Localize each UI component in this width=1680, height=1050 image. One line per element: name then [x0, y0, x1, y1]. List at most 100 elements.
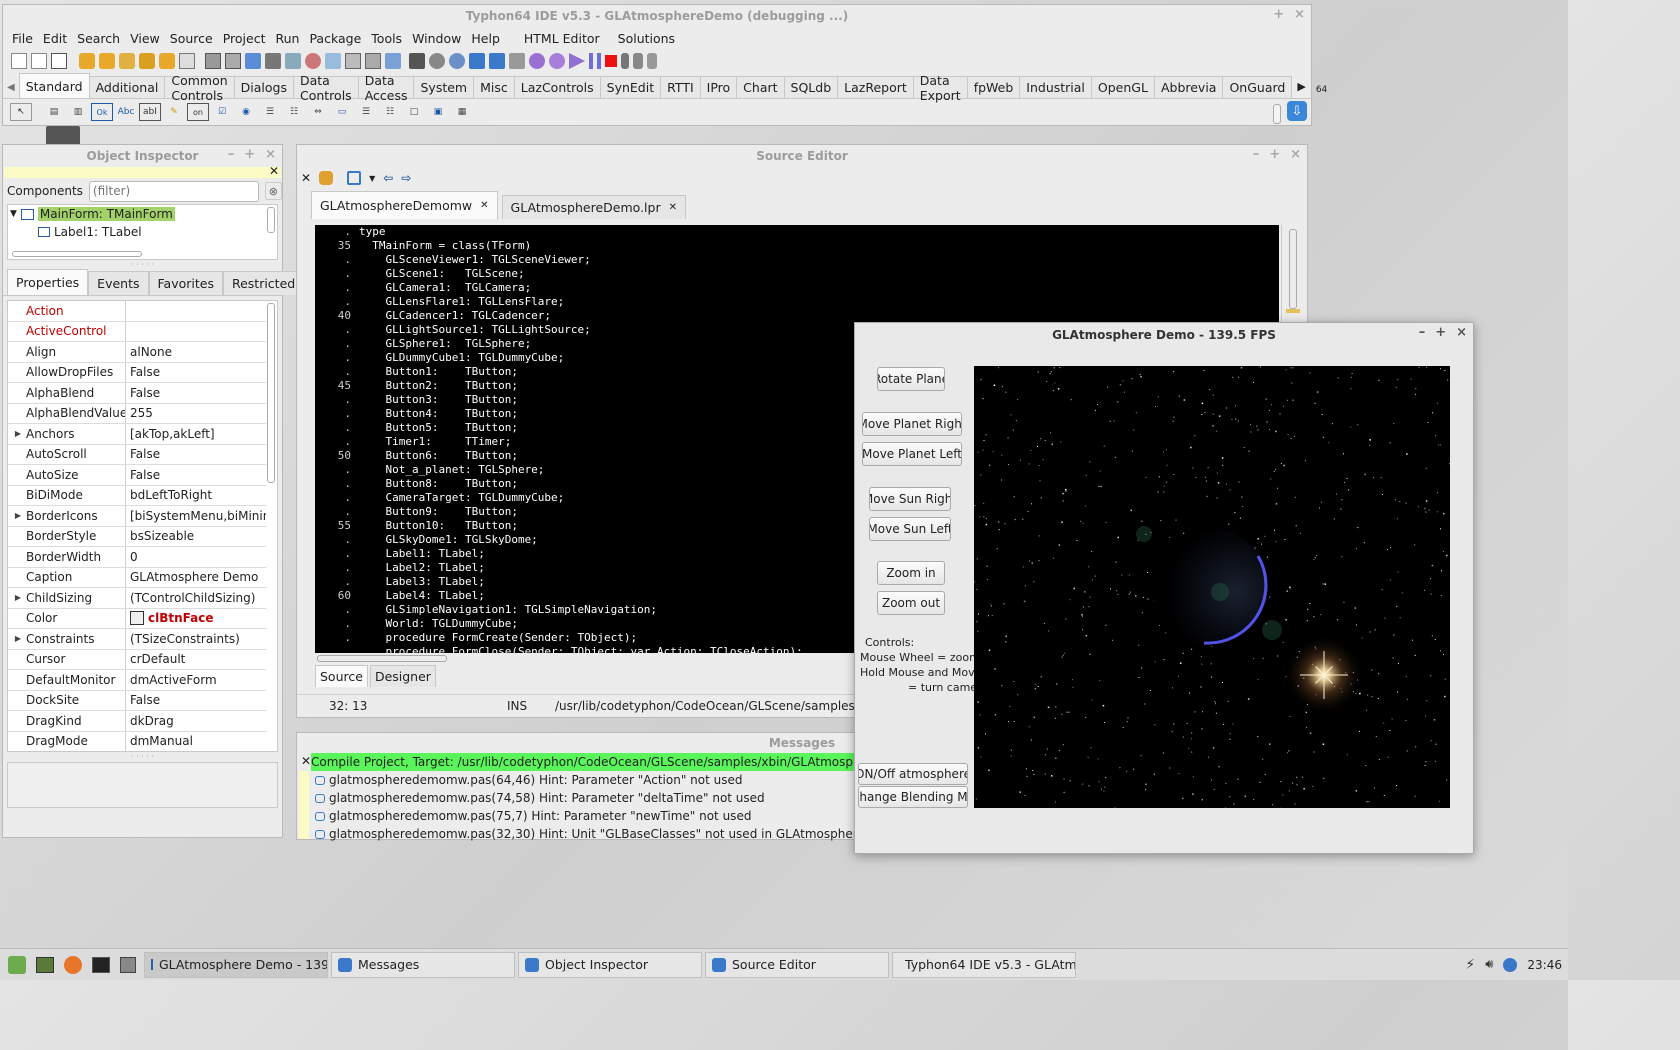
property-row[interactable]: AlphaBlend False — [8, 383, 266, 404]
tcombobox-icon[interactable]: ☷ — [283, 103, 305, 121]
menu-window[interactable]: Window — [407, 31, 466, 46]
menu-search[interactable]: Search — [72, 31, 125, 46]
tgroupbox-icon[interactable]: ▭ — [331, 103, 353, 121]
property-value[interactable] — [126, 322, 266, 342]
property-row[interactable]: Cursor crDefault — [8, 649, 266, 670]
palette-tab-sqldb[interactable]: SQLdb — [783, 76, 839, 98]
network-icon[interactable]: ⚡ — [1465, 957, 1475, 973]
palette-scroll-left-icon[interactable]: ◀ — [5, 82, 19, 98]
move-sun-left-button[interactable]: Move Sun Left — [869, 517, 951, 541]
tradiobutton-icon[interactable]: ◉ — [235, 103, 257, 121]
palette-tab-system[interactable]: System — [413, 76, 475, 98]
property-value[interactable]: GLAtmosphere Demo — [126, 568, 266, 588]
property-value[interactable]: dmManual — [126, 732, 266, 752]
code-line[interactable]: . GLSceneViewer1: TGLSceneViewer; — [315, 253, 1279, 267]
property-value[interactable]: clBtnFace — [126, 609, 266, 629]
menu-project[interactable]: Project — [218, 31, 271, 46]
shield-icon[interactable] — [1503, 957, 1518, 972]
property-row[interactable]: ▶ Anchors [akTop,akLeft] — [8, 424, 266, 445]
splitter-grip-bottom[interactable]: · · · · · — [3, 752, 282, 762]
tlistbox-icon[interactable]: ☰ — [259, 103, 281, 121]
palette-tab-rtti[interactable]: RTTI — [660, 76, 701, 98]
property-value[interactable]: False — [126, 383, 266, 403]
tab-restricted[interactable]: Restricted — [222, 271, 305, 295]
components-filter-input[interactable] — [88, 180, 259, 202]
new-file-icon[interactable] — [11, 53, 27, 69]
ttogglebox-icon[interactable]: on — [187, 103, 209, 121]
menu-view[interactable]: View — [125, 31, 165, 46]
property-value[interactable]: bsSizeable — [126, 527, 266, 547]
mint-menu-icon[interactable] — [8, 955, 26, 974]
close-messages-icon[interactable]: ✕ — [301, 754, 311, 768]
palette-tab-data-access[interactable]: Data Access — [357, 73, 415, 103]
palette-tab-chart[interactable]: Chart — [736, 76, 785, 98]
property-row[interactable]: AutoSize False — [8, 465, 266, 486]
view-units-icon[interactable] — [265, 53, 281, 69]
download-arrow-icon[interactable]: ⇩ — [1287, 101, 1307, 121]
menu-solutions[interactable]: Solutions — [613, 31, 680, 46]
tedit-icon[interactable]: abI — [139, 103, 161, 121]
run-icon[interactable] — [549, 53, 565, 69]
property-row[interactable]: ▶ ChildSizing (TControlChildSizing) — [8, 588, 266, 609]
tmainmenu-icon[interactable]: ▤ — [43, 103, 65, 121]
tlabel-icon[interactable]: Abc — [115, 103, 137, 121]
menu-tools[interactable]: Tools — [366, 31, 407, 46]
task-typhon-ide[interactable]: Typhon64 IDE v5.3 - GLAtmo... — [892, 951, 1076, 978]
tradiogroup-icon[interactable]: ☰ — [355, 103, 377, 121]
palette-tab-onguard[interactable]: OnGuard — [1222, 76, 1293, 98]
play-icon[interactable] — [569, 53, 585, 69]
property-value[interactable]: False — [126, 363, 266, 383]
clock[interactable]: 23:46 — [1527, 958, 1562, 972]
menu-run[interactable]: Run — [270, 31, 304, 46]
show-desktop-icon[interactable] — [36, 956, 54, 973]
tab-close-icon[interactable]: ✕ — [669, 202, 677, 213]
palette-tab-lazcontrols[interactable]: LazControls — [513, 76, 601, 98]
code-line[interactable]: . GLCamera1: TGLCamera; — [315, 281, 1279, 295]
palette-tab-additional[interactable]: Additional — [88, 76, 166, 98]
jump-back-icon[interactable]: ⇦ — [383, 171, 393, 185]
open-recent-icon[interactable] — [119, 53, 135, 69]
close-icon[interactable]: × — [1294, 7, 1305, 22]
property-value[interactable]: dmActiveForm — [126, 670, 266, 690]
stop-icon[interactable] — [605, 55, 617, 67]
property-value[interactable] — [126, 301, 266, 321]
code-line[interactable]: . GLLensFlare1: TGLLensFlare; — [315, 295, 1279, 309]
tab-designer[interactable]: Designer — [369, 665, 436, 687]
maximize-icon[interactable]: + — [1269, 147, 1280, 162]
palette-tab-industrial[interactable]: Industrial — [1019, 76, 1092, 98]
property-value[interactable]: (TSizeConstraints) — [126, 629, 266, 649]
property-value[interactable]: [akTop,akLeft] — [126, 424, 266, 444]
step-out-icon[interactable] — [647, 53, 657, 69]
tpanel-icon[interactable]: □ — [403, 103, 425, 121]
close-icon[interactable]: × — [265, 147, 276, 162]
palette-tab-synedit[interactable]: SynEdit — [599, 76, 662, 98]
scroll-thumb[interactable] — [1289, 229, 1297, 309]
new-form-icon[interactable] — [31, 53, 47, 69]
palette-tab-data-export[interactable]: Data Export — [912, 73, 968, 103]
run-dropdown-icon[interactable] — [449, 53, 465, 69]
property-row[interactable]: Action — [8, 301, 266, 322]
ide-titlebar[interactable]: Typhon64 IDE v5.3 - GLAtmosphereDemo (de… — [3, 5, 1311, 27]
property-value[interactable]: bdLeftToRight — [126, 486, 266, 506]
tab-favorites[interactable]: Favorites — [148, 271, 223, 295]
property-row[interactable]: BorderWidth 0 — [8, 547, 266, 568]
property-row[interactable]: AutoScroll False — [8, 444, 266, 465]
palette-vertical-scrollbar[interactable] — [1273, 104, 1281, 124]
close-icon[interactable]: × — [1456, 325, 1467, 340]
tools-icon[interactable] — [509, 53, 525, 69]
palette-tab-common-controls[interactable]: Common Controls — [164, 73, 235, 103]
maximize-icon[interactable]: + — [1435, 325, 1446, 340]
toggle-form-icon[interactable] — [245, 53, 261, 69]
palette-tab-opengl[interactable]: OpenGL — [1090, 76, 1155, 98]
tactionlist-icon[interactable]: ▦ — [451, 103, 473, 121]
property-value[interactable]: False — [126, 445, 266, 465]
project-options-icon[interactable] — [305, 53, 321, 69]
palette-tab-lazreport[interactable]: LazReport — [837, 76, 914, 98]
tmemo-icon[interactable]: ✎ — [163, 103, 185, 121]
property-value[interactable]: crDefault — [126, 650, 266, 670]
menu-help[interactable]: Help — [466, 31, 505, 46]
object-inspector-titlebar[interactable]: Object Inspector – + × — [3, 145, 282, 167]
editor-tab-mainunit[interactable]: GLAtmosphereDemomw ✕ — [311, 191, 498, 219]
tcheckbox-icon[interactable]: ☑ — [211, 103, 233, 121]
editor-tab-lpr[interactable]: GLAtmosphereDemo.lpr ✕ — [501, 195, 686, 219]
